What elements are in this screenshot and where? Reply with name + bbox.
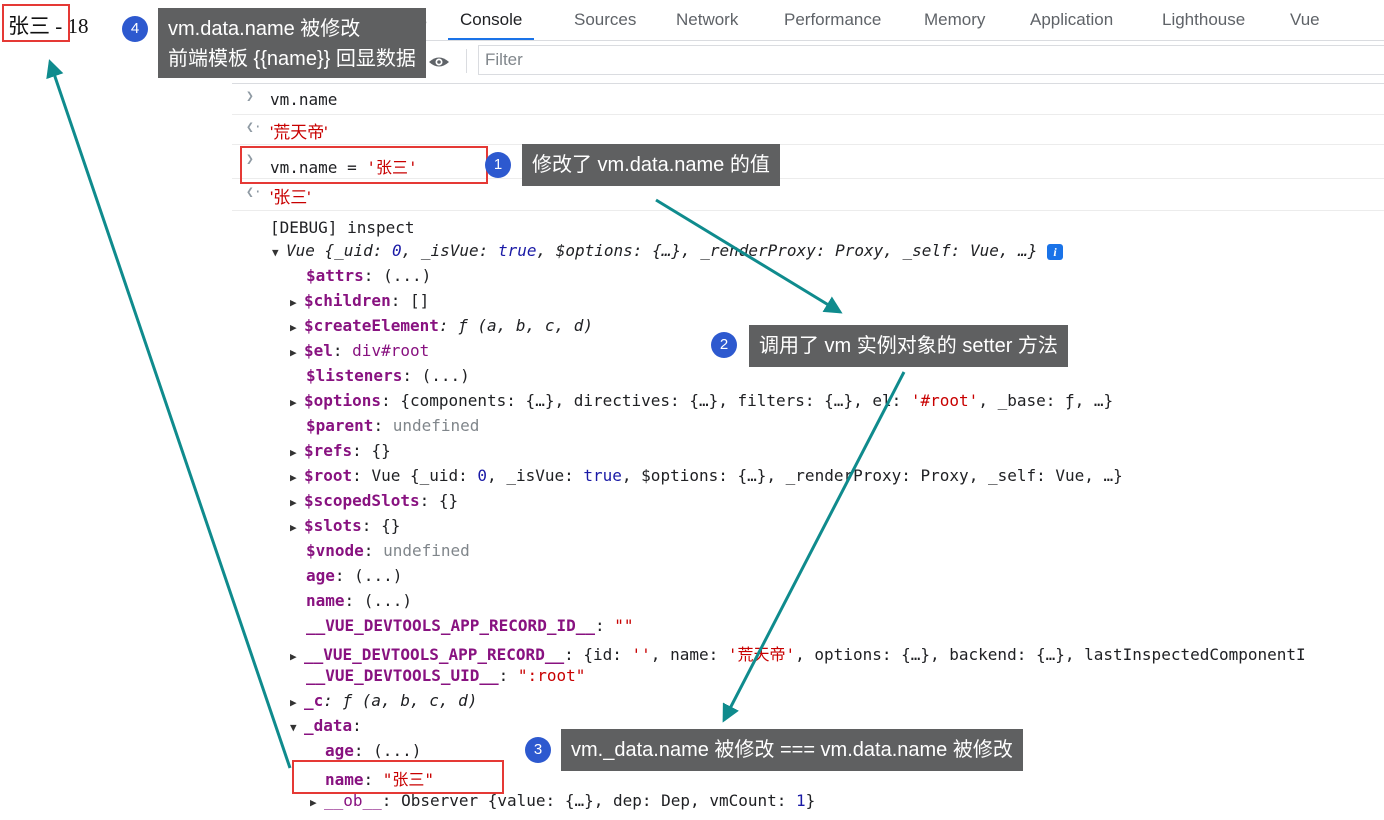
- annotation-arrows: [46, 59, 906, 769]
- preview-highlight-box: [2, 4, 70, 42]
- step-4-line2: 前端模板 {{name}} 回显数据: [168, 48, 416, 70]
- step-1-callout: 修改了 vm.data.name 的值: [522, 144, 780, 186]
- arrow-2-to-3: [722, 371, 906, 723]
- step-4-line1: vm.data.name 被修改: [168, 18, 361, 40]
- data-name-highlight-box: [292, 760, 504, 794]
- step-2-badge: 2: [711, 332, 737, 358]
- step-1-badge: 1: [485, 152, 511, 178]
- step-2-callout: 调用了 vm 实例对象的 setter 方法: [749, 325, 1068, 367]
- step-4-callout: vm.data.name 被修改 前端模板 {{name}} 回显数据: [158, 8, 426, 78]
- step-3-callout: vm._data.name 被修改 === vm.data.name 被修改: [561, 729, 1023, 771]
- step-4-badge: 4: [122, 16, 148, 42]
- step-3-badge: 3: [525, 737, 551, 763]
- arrow-1-to-2: [655, 198, 843, 314]
- input-highlight-box: [240, 146, 488, 184]
